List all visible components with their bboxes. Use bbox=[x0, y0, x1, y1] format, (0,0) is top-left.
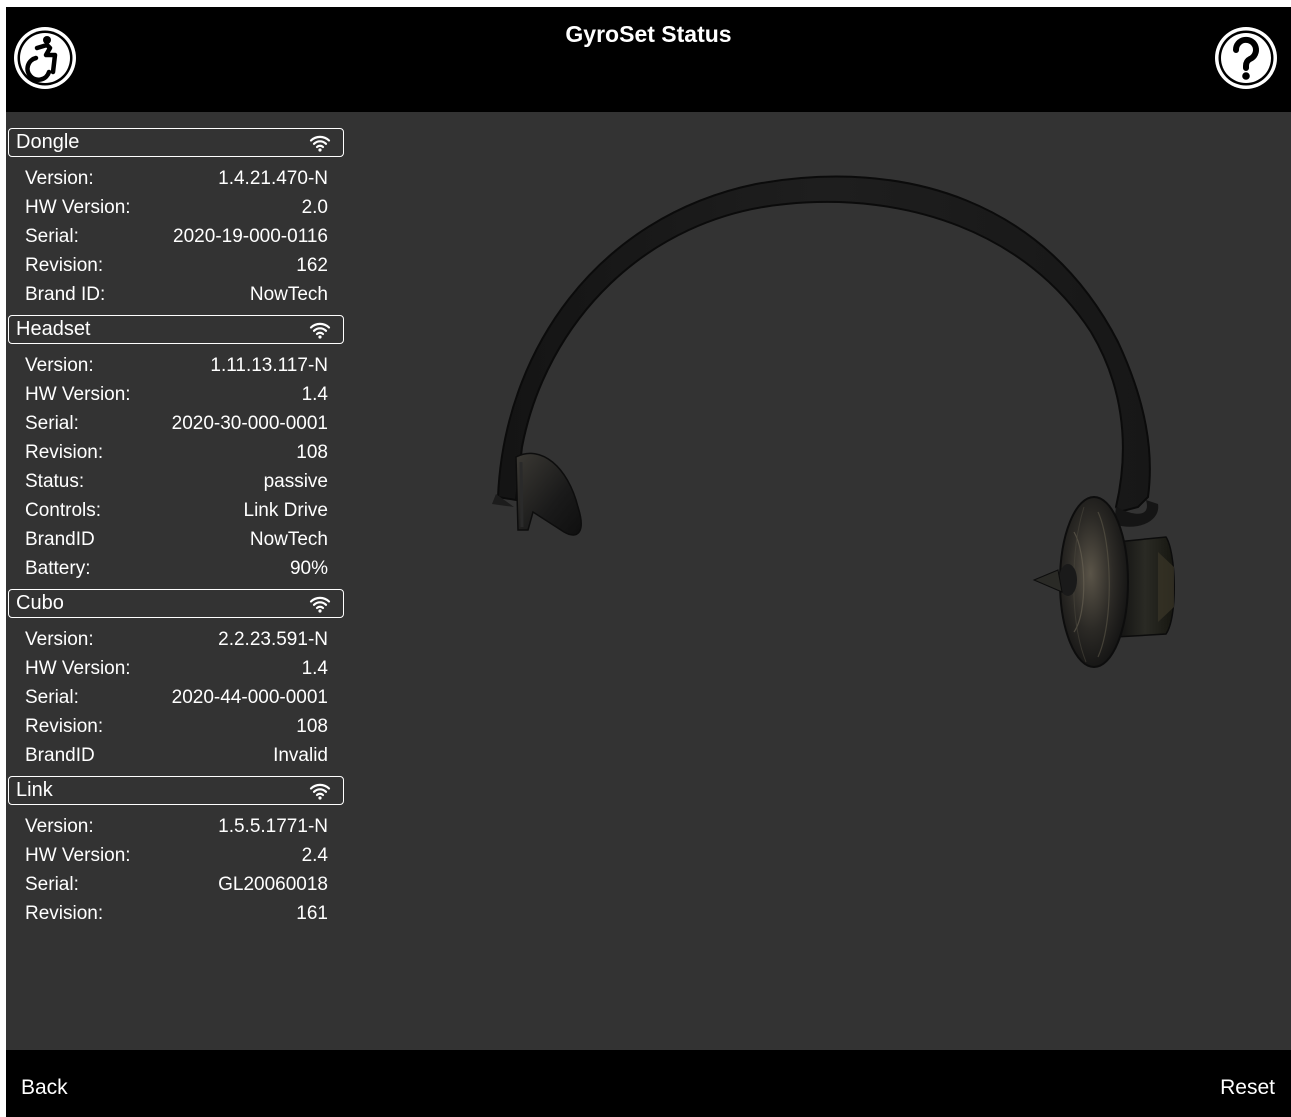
row-label: Revision: bbox=[25, 903, 104, 924]
headset-status-row: Status: passive bbox=[8, 467, 344, 496]
wifi-icon bbox=[309, 783, 331, 800]
row-label: BrandID bbox=[25, 745, 95, 766]
cubo-hw-version-row: HW Version: 1.4 bbox=[8, 654, 344, 683]
row-value: NowTech bbox=[249, 529, 328, 550]
row-label: HW Version: bbox=[25, 658, 131, 679]
row-label: Revision: bbox=[25, 716, 104, 737]
dongle-version-row: Version: 1.4.21.470-N bbox=[8, 164, 344, 193]
row-value: 90% bbox=[289, 558, 328, 579]
section-title: Link bbox=[16, 779, 53, 801]
row-value: 161 bbox=[296, 903, 328, 924]
wifi-icon bbox=[309, 322, 331, 339]
row-value: Link Drive bbox=[243, 500, 328, 521]
row-value: Invalid bbox=[273, 745, 328, 766]
cubo-section: Cubo Version: 2.2.23.591-N HW Version: 1.4… bbox=[8, 589, 344, 776]
row-value: 2020-44-000-0001 bbox=[171, 687, 328, 708]
row-label: Version: bbox=[25, 816, 94, 837]
row-label: Version: bbox=[25, 355, 94, 376]
app-window: GyroSet Status Dongle Version: 1.4.21.47… bbox=[6, 7, 1291, 1117]
headset-brand-row: BrandID NowTech bbox=[8, 525, 344, 554]
link-serial-row: Serial: GL20060018 bbox=[8, 870, 344, 899]
row-label: Serial: bbox=[25, 687, 79, 708]
row-value: 1.11.13.117-N bbox=[210, 355, 328, 376]
row-value: 2.0 bbox=[301, 197, 328, 218]
section-title: Dongle bbox=[16, 131, 80, 153]
reset-button[interactable]: Reset bbox=[1220, 1076, 1275, 1100]
link-section: Link Version: 1.5.5.1771-N HW Version: 2.4… bbox=[8, 776, 344, 934]
row-label: Revision: bbox=[25, 442, 104, 463]
link-version-row: Version: 1.5.5.1771-N bbox=[8, 812, 344, 841]
row-value: 2020-30-000-0001 bbox=[171, 413, 328, 434]
row-label: Status: bbox=[25, 471, 85, 492]
device-status-panel: Dongle Version: 1.4.21.470-N HW Version: 2… bbox=[8, 128, 344, 934]
link-revision-row: Revision: 161 bbox=[8, 899, 344, 928]
cubo-serial-row: Serial: 2020-44-000-0001 bbox=[8, 683, 344, 712]
row-label: Version: bbox=[25, 168, 94, 189]
row-label: Serial: bbox=[25, 874, 79, 895]
cubo-brand-row: BrandID Invalid bbox=[8, 741, 344, 770]
dongle-serial-row: Serial: 2020-19-000-0116 bbox=[8, 222, 344, 251]
row-value: passive bbox=[263, 471, 328, 492]
dongle-brand-row: Brand ID: NowTech bbox=[8, 280, 344, 309]
row-label: HW Version: bbox=[25, 197, 131, 218]
cubo-section-header[interactable]: Cubo bbox=[8, 589, 344, 618]
link-section-header[interactable]: Link bbox=[8, 776, 344, 805]
wifi-icon bbox=[309, 596, 331, 613]
cubo-revision-row: Revision: 108 bbox=[8, 712, 344, 741]
headset-battery-row: Battery: 90% bbox=[8, 554, 344, 583]
row-label: Serial: bbox=[25, 413, 79, 434]
row-label: Controls: bbox=[25, 500, 102, 521]
bottom-bar: Back Reset bbox=[6, 1050, 1291, 1117]
dongle-section: Dongle Version: 1.4.21.470-N HW Version: 2… bbox=[8, 128, 344, 315]
headset-section: Headset Version: 1.11.13.117-N HW Version… bbox=[8, 315, 344, 589]
help-question-icon bbox=[1215, 27, 1277, 89]
dongle-section-header[interactable]: Dongle bbox=[8, 128, 344, 157]
top-bar: GyroSet Status bbox=[6, 7, 1291, 112]
link-hw-version-row: HW Version: 2.4 bbox=[8, 841, 344, 870]
row-value: 1.4 bbox=[301, 384, 328, 405]
headset-section-header[interactable]: Headset bbox=[8, 315, 344, 344]
section-title: Cubo bbox=[16, 592, 64, 614]
back-button[interactable]: Back bbox=[21, 1076, 68, 1100]
row-value: 108 bbox=[296, 442, 328, 463]
wifi-icon bbox=[309, 135, 331, 152]
row-value: 1.4.21.470-N bbox=[218, 168, 328, 189]
row-value: 1.5.5.1771-N bbox=[218, 816, 328, 837]
row-label: Brand ID: bbox=[25, 284, 106, 305]
row-value: GL20060018 bbox=[218, 874, 328, 895]
row-value: 2.4 bbox=[301, 845, 328, 866]
headset-version-row: Version: 1.11.13.117-N bbox=[8, 351, 344, 380]
row-label: Serial: bbox=[25, 226, 79, 247]
cubo-version-row: Version: 2.2.23.591-N bbox=[8, 625, 344, 654]
row-label: Battery: bbox=[25, 558, 91, 579]
row-value: 1.4 bbox=[301, 658, 328, 679]
row-label: HW Version: bbox=[25, 845, 131, 866]
dongle-revision-row: Revision: 162 bbox=[8, 251, 344, 280]
row-label: Revision: bbox=[25, 255, 104, 276]
row-value: 2020-19-000-0116 bbox=[173, 226, 328, 247]
row-value: NowTech bbox=[249, 284, 328, 305]
headset-controls-row: Controls: Link Drive bbox=[8, 496, 344, 525]
row-value: 108 bbox=[296, 716, 328, 737]
headset-revision-row: Revision: 108 bbox=[8, 438, 344, 467]
headset-3d-viewport[interactable] bbox=[346, 112, 1291, 1050]
headset-3d-model bbox=[492, 175, 1175, 668]
headset-hw-version-row: HW Version: 1.4 bbox=[8, 380, 344, 409]
row-value: 2.2.23.591-N bbox=[218, 629, 328, 650]
row-value: 162 bbox=[296, 255, 328, 276]
row-label: HW Version: bbox=[25, 384, 131, 405]
row-label: Version: bbox=[25, 629, 94, 650]
dongle-hw-version-row: HW Version: 2.0 bbox=[8, 193, 344, 222]
page-title: GyroSet Status bbox=[565, 21, 732, 47]
row-label: BrandID bbox=[25, 529, 95, 550]
help-button[interactable] bbox=[1213, 25, 1279, 91]
headset-serial-row: Serial: 2020-30-000-0001 bbox=[8, 409, 344, 438]
section-title: Headset bbox=[16, 318, 91, 340]
